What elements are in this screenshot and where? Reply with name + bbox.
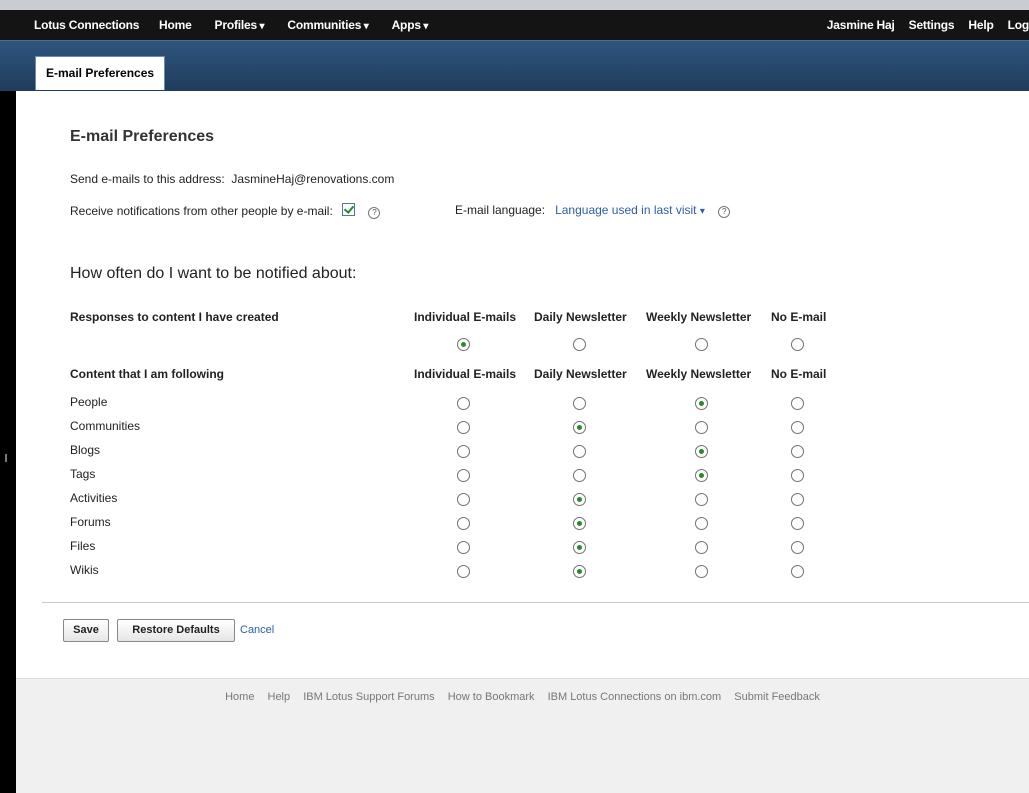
column-header: No E-mail <box>771 310 827 324</box>
following-3-radio-3[interactable] <box>791 469 804 482</box>
column-header: Weekly Newsletter <box>646 367 752 381</box>
following-4-radio-1[interactable] <box>573 493 586 506</box>
chevron-down-icon: ▾ <box>699 206 705 217</box>
following-7-radio-0[interactable] <box>457 565 470 578</box>
help-icon[interactable]: ? <box>368 207 381 219</box>
grid-section-label: Responses to content I have created <box>70 310 279 324</box>
following-row-label: Tags <box>70 467 96 481</box>
preferences-content: E-mail Preferences Send e-mails to this … <box>16 91 1029 678</box>
following-row-label: Communities <box>70 419 141 433</box>
following-4-radio-0[interactable] <box>457 493 470 506</box>
following-2-radio-0[interactable] <box>457 445 470 458</box>
grid-section-label: Content that I am following <box>70 367 224 381</box>
following-2-radio-3[interactable] <box>791 445 804 458</box>
following-row-label: Wikis <box>70 563 99 577</box>
footer-link[interactable]: Home <box>225 691 254 703</box>
notify-row: Receive notifications from other people … <box>70 203 381 219</box>
save-button[interactable]: Save <box>63 619 109 642</box>
language-dropdown[interactable]: Language used in last visit ▾ <box>555 203 705 217</box>
following-1-radio-3[interactable] <box>791 421 804 434</box>
user-nav: Jasmine Haj Settings Help Log <box>813 10 1029 40</box>
column-header: Individual E-mails <box>414 367 517 381</box>
following-0-radio-2[interactable] <box>695 397 708 410</box>
nav-communities[interactable]: Communities <box>287 18 368 32</box>
following-5-radio-3[interactable] <box>791 517 804 530</box>
following-0-radio-0[interactable] <box>457 397 470 410</box>
following-4-radio-2[interactable] <box>695 493 708 506</box>
restore-defaults-button[interactable]: Restore Defaults <box>117 619 235 642</box>
nav-home[interactable]: Home <box>159 18 192 32</box>
page-title: E-mail Preferences <box>70 128 215 145</box>
following-5-radio-1[interactable] <box>573 517 586 530</box>
column-header: No E-mail <box>771 367 827 381</box>
following-0-radio-3[interactable] <box>791 397 804 410</box>
following-2-radio-2[interactable] <box>695 445 708 458</box>
following-1-radio-0[interactable] <box>457 421 470 434</box>
following-7-radio-1[interactable] <box>573 565 586 578</box>
column-header: Daily Newsletter <box>534 367 627 381</box>
following-7-radio-2[interactable] <box>695 565 708 578</box>
following-3-radio-1[interactable] <box>573 469 586 482</box>
footer-link[interactable]: Help <box>268 691 291 703</box>
following-row-label: Forums <box>70 515 111 529</box>
following-7-radio-3[interactable] <box>791 565 804 578</box>
notify-checkbox[interactable] <box>342 203 356 216</box>
brand-logo[interactable]: Lotus Connections <box>34 18 159 32</box>
footer-link[interactable]: How to Bookmark <box>448 691 535 703</box>
following-3-radio-0[interactable] <box>457 469 470 482</box>
address-label: Send e-mails to this address: <box>70 172 225 186</box>
footer-link[interactable]: IBM Lotus Support Forums <box>303 691 434 703</box>
section-title: How often do I want to be notified about… <box>70 265 357 282</box>
column-header: Weekly Newsletter <box>646 310 752 324</box>
following-4-radio-3[interactable] <box>791 493 804 506</box>
responses-radio-2[interactable] <box>695 338 708 351</box>
following-6-radio-2[interactable] <box>695 541 708 554</box>
nav-apps[interactable]: Apps <box>392 18 429 32</box>
settings-link[interactable]: Settings <box>909 18 955 32</box>
scroll-marker <box>5 454 7 462</box>
user-name-link[interactable]: Jasmine Haj <box>827 18 895 32</box>
column-header: Individual E-mails <box>414 310 517 324</box>
divider <box>42 602 1029 603</box>
address-row: Send e-mails to this address: JasmineHaj… <box>70 172 394 186</box>
following-5-radio-0[interactable] <box>457 517 470 530</box>
footer: Home Help IBM Lotus Support Forums How t… <box>16 678 1029 793</box>
top-navigation-bar: Lotus Connections Home Profiles Communit… <box>0 10 1029 40</box>
following-row-label: Activities <box>70 491 118 505</box>
cancel-link[interactable]: Cancel <box>240 624 274 636</box>
following-3-radio-2[interactable] <box>695 469 708 482</box>
main-nav: Home Profiles Communities Apps <box>159 18 451 32</box>
tab-email-preferences[interactable]: E-mail Preferences <box>35 56 166 90</box>
email-address: JasmineHaj@renovations.com <box>231 172 395 186</box>
help-link[interactable]: Help <box>968 18 993 32</box>
notify-label: Receive notifications from other people … <box>70 204 333 218</box>
following-row-label: Files <box>70 539 96 553</box>
language-row: E-mail language: Language used in last v… <box>455 203 731 218</box>
following-6-radio-0[interactable] <box>457 541 470 554</box>
sub-header-bar: E-mail Preferences <box>0 40 1029 91</box>
following-6-radio-1[interactable] <box>573 541 586 554</box>
footer-link[interactable]: Submit Feedback <box>734 691 820 703</box>
responses-radio-1[interactable] <box>573 338 586 351</box>
following-row-label: Blogs <box>70 443 101 457</box>
following-5-radio-2[interactable] <box>695 517 708 530</box>
following-0-radio-1[interactable] <box>573 397 586 410</box>
responses-radio-0[interactable] <box>457 338 470 351</box>
logout-link[interactable]: Log <box>1008 18 1029 32</box>
following-1-radio-1[interactable] <box>573 421 586 434</box>
responses-radio-3[interactable] <box>791 338 804 351</box>
nav-profiles[interactable]: Profiles <box>215 18 265 32</box>
following-6-radio-3[interactable] <box>791 541 804 554</box>
help-icon[interactable]: ? <box>718 206 731 218</box>
following-1-radio-2[interactable] <box>695 421 708 434</box>
following-2-radio-1[interactable] <box>573 445 586 458</box>
footer-links: Home Help IBM Lotus Support Forums How t… <box>16 691 1029 703</box>
column-header: Daily Newsletter <box>534 310 627 324</box>
language-label: E-mail language: <box>455 203 546 217</box>
following-row-label: People <box>70 395 108 409</box>
footer-link[interactable]: IBM Lotus Connections on ibm.com <box>548 691 722 703</box>
